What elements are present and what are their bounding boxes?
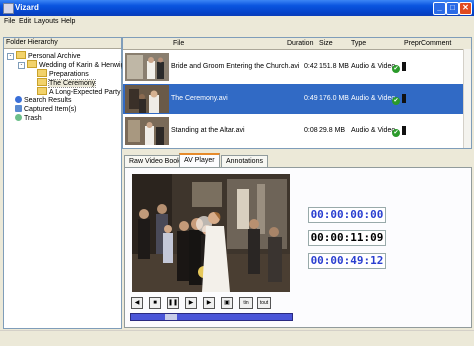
file-size: 151.8 MB [319,63,349,70]
file-size: 29.8 MB [319,127,346,134]
tin-button[interactable]: tin [239,297,253,309]
tree-item-long-expected-party[interactable]: A Long-Expected Party [37,87,121,96]
menu-bar: File Edit Layouts Help [0,16,474,29]
video-thumbnail [125,85,169,113]
file-type: Audio & Video [351,63,396,70]
timecode-duration: 00:00:49:12 [308,253,386,269]
menu-layouts[interactable]: Layouts [34,18,59,25]
folder-open-icon [37,78,47,86]
tree-item-trash[interactable]: Trash [15,114,42,123]
file-name: Standing at the Altar.avi [171,127,245,134]
file-type: Audio & Video [351,127,396,134]
tree-item-the-ceremony[interactable]: The Ceremony [37,78,97,88]
folder-icon [37,69,47,77]
check-icon: ✔ [392,129,400,137]
traffic-light-icon [401,62,406,71]
file-row[interactable]: Bride and Groom Entering the Church.avi … [123,52,463,82]
folder-hierarchy-pane: Folder Hierarchy - Personal Archive - Wedd… [3,37,124,329]
column-duration[interactable]: Duration [287,40,313,47]
file-row[interactable]: Standing at the Altar.avi 0:08 29.8 MB A… [123,116,463,146]
pause-button[interactable]: ❚❚ [167,297,179,309]
file-duration: 0:49 [304,95,318,102]
pane-splitter[interactable] [122,149,470,153]
column-comment[interactable]: Comment [421,40,451,47]
maximize-button[interactable]: □ [446,2,459,15]
snapshot-button[interactable]: ▣ [221,297,233,309]
collapse-toggle[interactable]: - [18,62,25,69]
file-list-pane: File Duration Size Type Prepr Comment Br… [122,37,472,149]
check-icon: ✔ [392,97,400,105]
file-name: The Ceremony.avi [171,95,228,102]
video-thumbnail [125,117,169,145]
stop-button[interactable]: ■ [149,297,161,309]
timecode-current: 00:00:11:09 [308,230,386,246]
search-icon [15,96,22,103]
trash-icon [15,114,22,121]
forward-end-button[interactable]: ▶ [203,297,215,309]
file-list-header: File Duration Size Type Prepr Comment [123,38,471,50]
app-icon [3,3,14,14]
timecode-in: 00:00:00:00 [308,207,386,223]
menu-help[interactable]: Help [61,18,75,25]
folder-icon [27,60,37,68]
column-file[interactable]: File [173,40,184,47]
file-type: Audio & Video [351,95,396,102]
window-title: Vizard [15,3,39,12]
video-frame[interactable] [132,174,290,292]
file-duration: 0:08 [304,127,318,134]
rewind-start-button[interactable]: ◀ [131,297,143,309]
tree-item-search-results[interactable]: Search Results [15,96,71,105]
traffic-light-icon [401,126,406,135]
file-size: 176.0 MB [319,95,349,102]
tab-annotations[interactable]: Annotations [221,155,268,167]
folder-hierarchy-header: Folder Hierarchy [4,38,121,49]
file-duration: 0:42 [304,63,318,70]
close-button[interactable]: ✕ [459,2,472,15]
tree-item-captured-items[interactable]: Captured Item(s) [15,105,77,114]
tree-item-wedding[interactable]: - Wedding of Karin & Henwig [18,60,124,69]
tout-button[interactable]: tout [257,297,271,309]
file-list-scrollbar[interactable] [463,49,471,148]
video-thumbnail [125,53,169,81]
file-name: Bride and Groom Entering the Church.avi [171,63,300,70]
minimize-button[interactable]: _ [433,2,446,15]
file-row[interactable]: The Ceremony.avi 0:49 176.0 MB Audio & V… [123,84,463,114]
playback-progress-bar[interactable] [130,313,293,321]
collapse-toggle[interactable]: - [7,53,14,60]
column-prepr[interactable]: Prepr [404,40,421,47]
traffic-light-icon [401,94,406,103]
tree-item-preparations[interactable]: Preparations [37,69,89,78]
status-bar [0,330,474,346]
folder-icon [16,51,26,59]
check-icon: ✔ [392,65,400,73]
play-button[interactable]: ▶ [185,297,197,309]
folder-icon [37,87,47,95]
title-bar: Vizard _ □ ✕ [0,0,474,16]
column-type[interactable]: Type [351,40,366,47]
column-size[interactable]: Size [319,40,333,47]
tab-av-player[interactable]: AV Player [179,153,220,168]
tab-raw-video-book[interactable]: Raw Video Book [124,155,186,167]
menu-file[interactable]: File [4,18,15,25]
menu-edit[interactable]: Edit [19,18,31,25]
progress-slider-thumb[interactable] [165,314,177,320]
tree-item-personal-archive[interactable]: - Personal Archive [7,51,81,60]
capture-icon [15,105,22,112]
